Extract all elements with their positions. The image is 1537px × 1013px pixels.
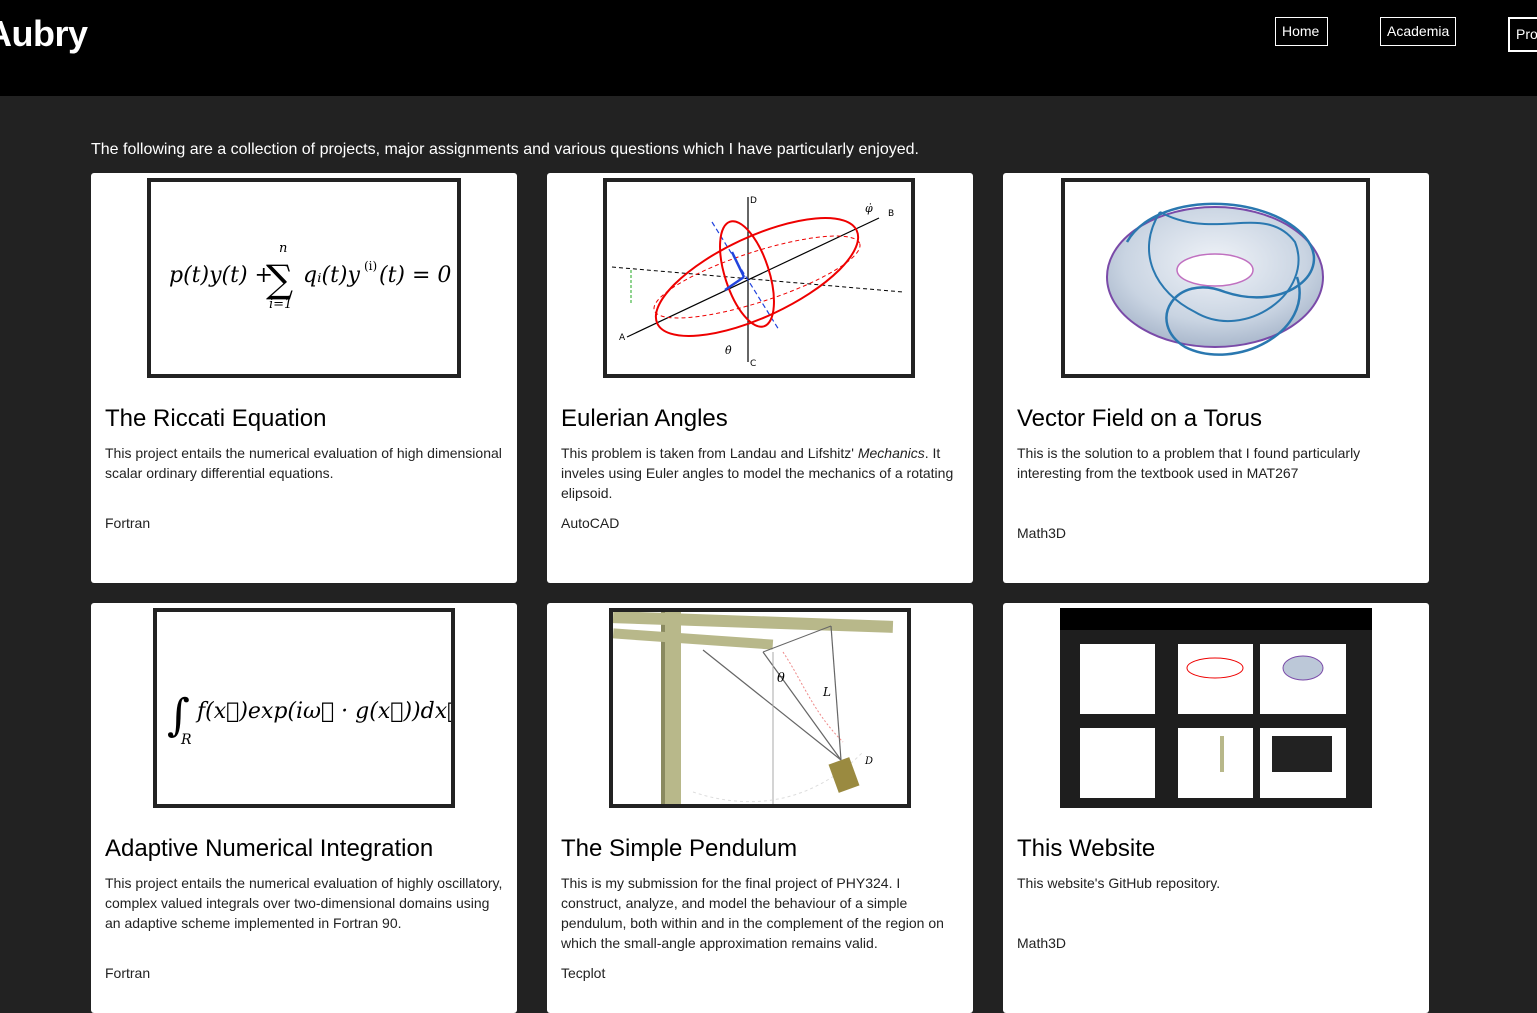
svg-text:D: D bbox=[864, 756, 873, 767]
project-card-this-website[interactable]: This Website This website's GitHub repos… bbox=[1003, 603, 1429, 1013]
card-tag: Math3D bbox=[1017, 525, 1067, 541]
svg-text:n: n bbox=[279, 241, 287, 256]
svg-text:f(x⃗)exp(iω⃗ · g(x⃗))dx⃗: f(x⃗)exp(iω⃗ · g(x⃗))dx⃗ bbox=[195, 699, 451, 724]
torus-thumbnail bbox=[1061, 178, 1370, 378]
eulerian-angles-diagram: D B A C φ̇ θ̇ bbox=[611, 196, 904, 369]
project-card-torus[interactable]: Vector Field on a Torus This is the solu… bbox=[1003, 173, 1429, 583]
project-card-eulerian-angles[interactable]: D B A C φ̇ θ̇ Eulerian Angles This probl… bbox=[547, 173, 973, 583]
website-screenshot-miniature bbox=[1060, 608, 1372, 798]
svg-text:θ̇: θ̇ bbox=[725, 344, 732, 357]
eulerian-angles-thumbnail: D B A C φ̇ θ̇ bbox=[603, 178, 915, 378]
intro-text: The following are a collection of projec… bbox=[91, 141, 919, 158]
riccati-thumbnail: p(t)y(t) + ∑ n i=1 qᵢ(t)y (i) (t) = 0 bbox=[147, 178, 461, 378]
top-navbar: Aubry Home Academia Projects bbox=[0, 0, 1537, 96]
card-tag: Math3D bbox=[1017, 935, 1067, 951]
card-description: This problem is taken from Landau and Li… bbox=[561, 443, 961, 503]
svg-text:θ: θ bbox=[777, 671, 785, 686]
svg-text:p(t)y(t) +: p(t)y(t) + bbox=[169, 263, 273, 288]
card-title[interactable]: The Riccati Equation bbox=[105, 405, 326, 433]
card-title[interactable]: Adaptive Numerical Integration bbox=[105, 835, 433, 863]
svg-text:C: C bbox=[750, 359, 756, 369]
svg-text:(i): (i) bbox=[364, 259, 377, 273]
svg-text:qᵢ(t)y: qᵢ(t)y bbox=[303, 263, 361, 288]
card-tag: Fortran bbox=[105, 965, 151, 981]
adaptive-integration-formula-image: ∫ R f(x⃗)exp(iω⃗ · g(x⃗))dx⃗ bbox=[167, 690, 451, 748]
project-card-simple-pendulum[interactable]: θ L D The Simple Pendulum This is my sub… bbox=[547, 603, 973, 1013]
card-description: This project entails the numerical evalu… bbox=[105, 875, 503, 931]
svg-text:L: L bbox=[822, 685, 831, 699]
nav-projects-link[interactable]: Projects bbox=[1508, 17, 1537, 52]
svg-text:A: A bbox=[619, 333, 626, 343]
site-title[interactable]: Aubry bbox=[0, 13, 88, 55]
this-website-thumbnail bbox=[1060, 608, 1372, 808]
riccati-formula-image: p(t)y(t) + ∑ n i=1 qᵢ(t)y (i) (t) = 0 bbox=[169, 241, 451, 312]
card-title[interactable]: Eulerian Angles bbox=[561, 405, 728, 433]
svg-text:D: D bbox=[750, 196, 757, 206]
svg-text:φ̇: φ̇ bbox=[865, 202, 873, 215]
card-tag: Tecplot bbox=[561, 965, 606, 981]
card-description: This is the solution to a problem that I… bbox=[1017, 445, 1361, 481]
nav-home-link[interactable]: Home bbox=[1275, 17, 1328, 46]
desc-italic-book: Mechanics bbox=[857, 445, 925, 461]
svg-text:∑: ∑ bbox=[266, 257, 293, 301]
project-card-riccati[interactable]: p(t)y(t) + ∑ n i=1 qᵢ(t)y (i) (t) = 0 Th… bbox=[91, 173, 517, 583]
simple-pendulum-image: θ L D bbox=[613, 612, 894, 804]
project-card-adaptive-integration[interactable]: ∫ R f(x⃗)exp(iω⃗ · g(x⃗))dx⃗ Adaptive Nu… bbox=[91, 603, 517, 1013]
card-tag: Fortran bbox=[105, 515, 151, 531]
svg-text:(t) = 0: (t) = 0 bbox=[379, 263, 451, 288]
card-description: This website's GitHub repository. bbox=[1017, 875, 1221, 891]
svg-text:R: R bbox=[180, 732, 192, 748]
svg-text:B: B bbox=[888, 209, 894, 219]
card-title[interactable]: Vector Field on a Torus bbox=[1017, 405, 1262, 433]
torus-image bbox=[1106, 202, 1324, 356]
adaptive-integration-thumbnail: ∫ R f(x⃗)exp(iω⃗ · g(x⃗))dx⃗ bbox=[153, 608, 455, 808]
card-title[interactable]: The Simple Pendulum bbox=[561, 835, 797, 863]
svg-text:i=1: i=1 bbox=[269, 297, 292, 312]
desc-before: This problem is taken from Landau and Li… bbox=[561, 445, 858, 461]
simple-pendulum-thumbnail: θ L D bbox=[609, 608, 911, 808]
card-tag: AutoCAD bbox=[561, 515, 620, 531]
card-title[interactable]: This Website bbox=[1017, 835, 1155, 863]
card-description: This is my submission for the final proj… bbox=[561, 875, 944, 951]
card-description: This project entails the numerical evalu… bbox=[105, 445, 502, 481]
nav-academia-link[interactable]: Academia bbox=[1380, 17, 1456, 46]
